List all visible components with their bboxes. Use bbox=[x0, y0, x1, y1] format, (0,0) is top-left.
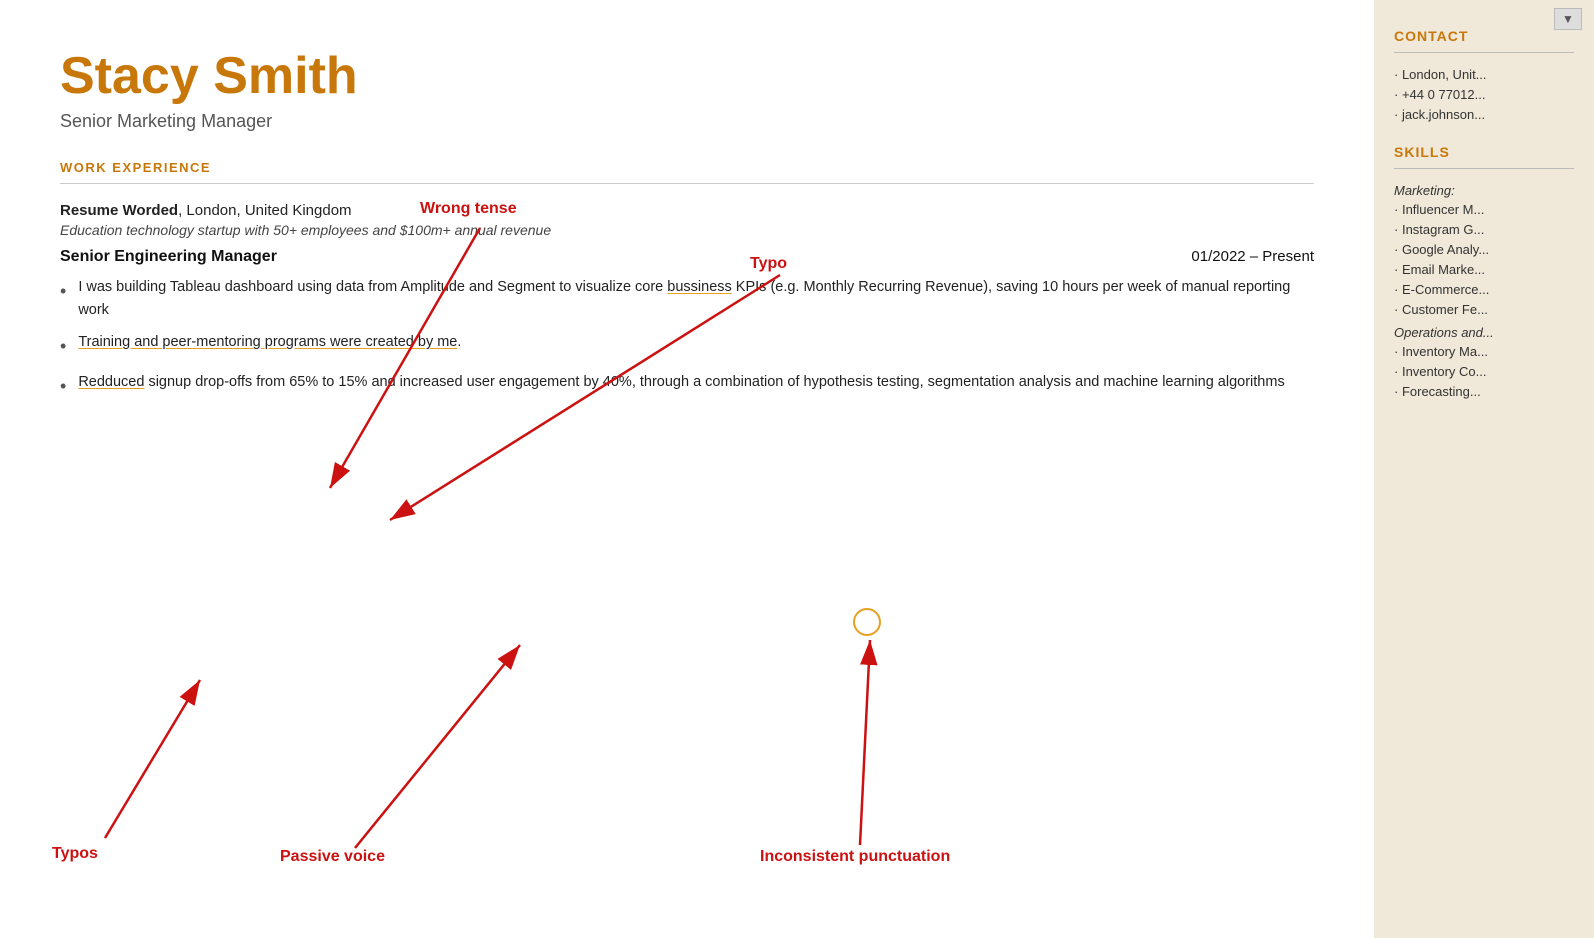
skill-inventory-co: Inventory Co... bbox=[1394, 364, 1574, 379]
contact-divider bbox=[1394, 52, 1574, 53]
skill-forecasting: Forecasting... bbox=[1394, 384, 1574, 399]
resume-sidebar: ▼ CONTACT London, Unit... +44 0 77012...… bbox=[1374, 0, 1594, 938]
company-description: Education technology startup with 50+ em… bbox=[60, 222, 1314, 238]
section-divider bbox=[60, 183, 1314, 184]
skill-google: Google Analy... bbox=[1394, 242, 1574, 257]
bullet-text-1: I was building Tableau dashboard using d… bbox=[78, 276, 1314, 321]
resume-main: Stacy Smith Senior Marketing Manager WOR… bbox=[0, 0, 1374, 938]
annotation-typos-bottom: Typos bbox=[52, 845, 98, 863]
contact-section-title: CONTACT bbox=[1394, 28, 1574, 44]
passive-voice-text: Training and peer-mentoring programs wer… bbox=[78, 334, 457, 350]
skill-instagram: Instagram G... bbox=[1394, 222, 1574, 237]
skill-influencer: Influencer M... bbox=[1394, 202, 1574, 217]
skill-ecommerce: E-Commerce... bbox=[1394, 282, 1574, 297]
job-title: Senior Engineering Manager bbox=[60, 248, 277, 266]
candidate-title: Senior Marketing Manager bbox=[60, 111, 1314, 132]
company-name: Resume Worded bbox=[60, 202, 178, 219]
candidate-name: Stacy Smith bbox=[60, 48, 1314, 105]
work-experience-header: WORK EXPERIENCE bbox=[60, 160, 1314, 175]
bullet-dot-1: • bbox=[60, 278, 66, 306]
skills-section-title: SKILLS bbox=[1394, 144, 1574, 160]
bullet-item-3: • Redduced signup drop-offs from 65% to … bbox=[60, 371, 1314, 401]
bullet-text-3: Redduced signup drop-offs from 65% to 15… bbox=[78, 371, 1284, 393]
bullet-item-2: • Training and peer-mentoring programs w… bbox=[60, 331, 1314, 361]
bullet-dot-3: • bbox=[60, 373, 66, 401]
annotation-passive-voice: Passive voice bbox=[280, 848, 385, 866]
dropdown-button[interactable]: ▼ bbox=[1554, 8, 1582, 30]
bullet-item-1: • I was building Tableau dashboard using… bbox=[60, 276, 1314, 321]
contact-item-2: +44 0 77012... bbox=[1394, 87, 1574, 102]
bullet-list: • I was building Tableau dashboard using… bbox=[60, 276, 1314, 401]
job-title-row: Senior Engineering Manager 01/2022 – Pre… bbox=[60, 248, 1314, 266]
orange-circle-me bbox=[853, 608, 881, 636]
skill-inventory-ma: Inventory Ma... bbox=[1394, 344, 1574, 359]
company-line: Resume Worded, London, United Kingdom bbox=[60, 202, 1314, 219]
annotation-inconsistent-punctuation: Inconsistent punctuation bbox=[760, 848, 950, 866]
contact-item-1: London, Unit... bbox=[1394, 67, 1574, 82]
skills-divider bbox=[1394, 168, 1574, 169]
contact-item-3: jack.johnson... bbox=[1394, 107, 1574, 122]
bullet-dot-2: • bbox=[60, 333, 66, 361]
typo-redduced: Redduced bbox=[78, 374, 144, 390]
job-dates: 01/2022 – Present bbox=[1191, 248, 1314, 265]
annotations-overlay: Wrong tense Typo Typos Passive voice Inc… bbox=[0, 0, 1374, 938]
company-location: , London, United Kingdom bbox=[178, 202, 351, 219]
skill-email: Email Marke... bbox=[1394, 262, 1574, 277]
skills-category-marketing: Marketing: bbox=[1394, 183, 1574, 198]
skills-category-operations: Operations and... bbox=[1394, 325, 1574, 340]
typo-bussiness: bussiness bbox=[667, 279, 731, 295]
bullet-text-2: Training and peer-mentoring programs wer… bbox=[78, 331, 461, 353]
arrows-svg bbox=[0, 0, 1374, 938]
skill-customer: Customer Fe... bbox=[1394, 302, 1574, 317]
